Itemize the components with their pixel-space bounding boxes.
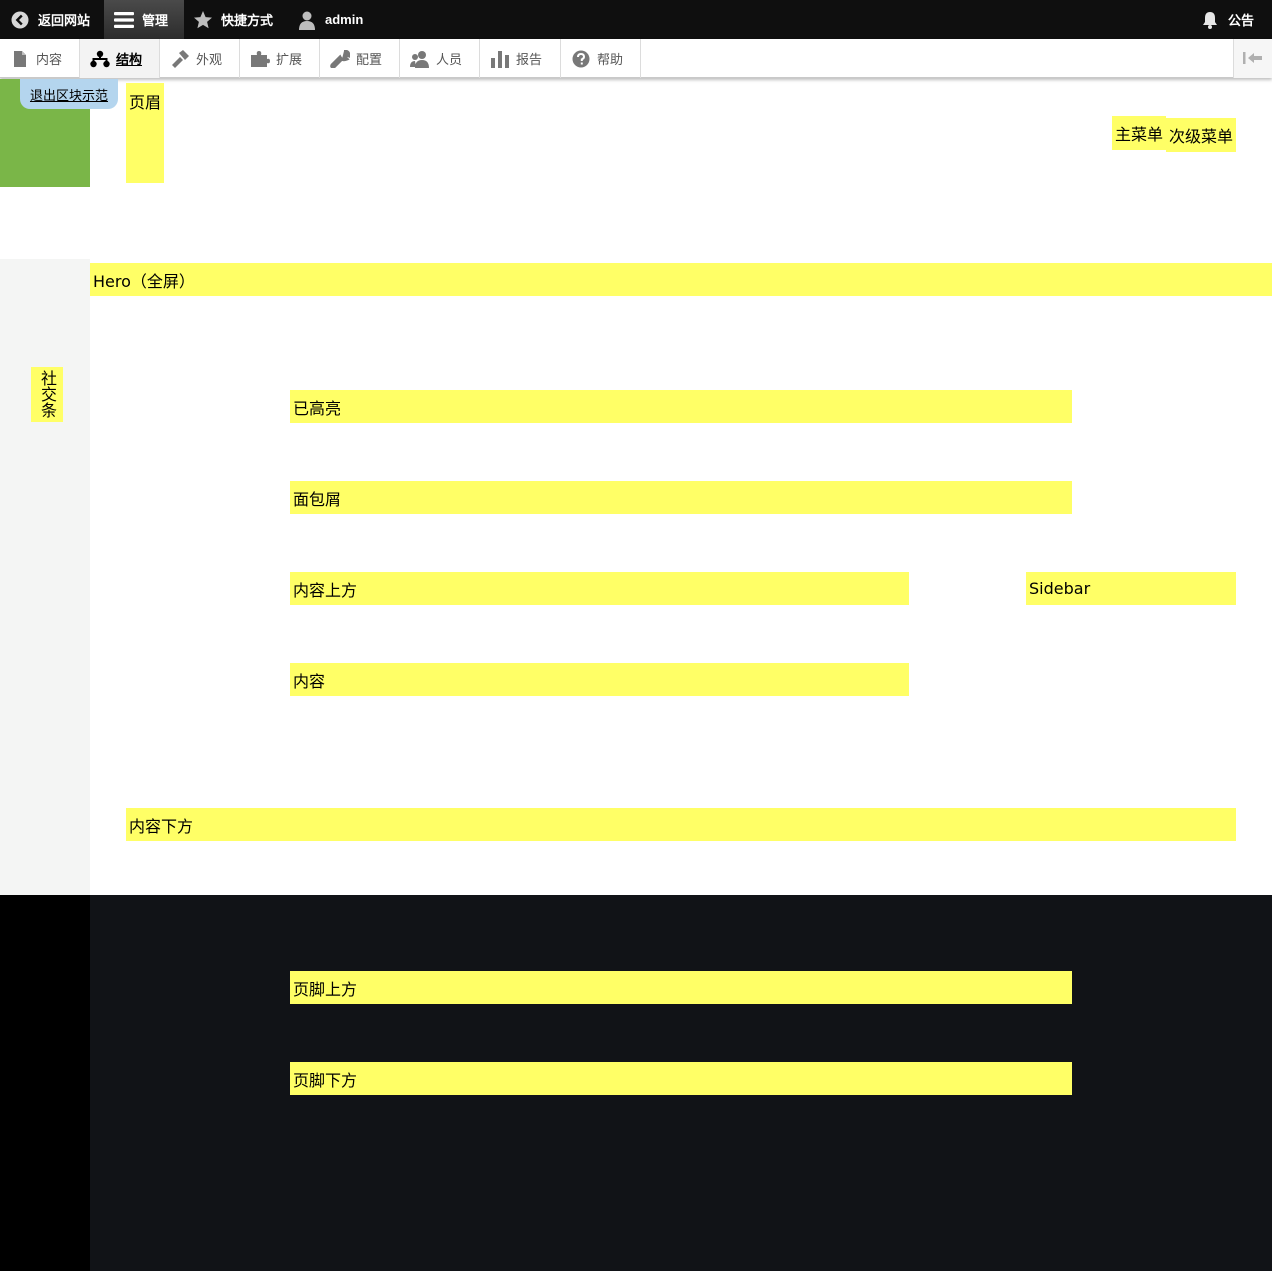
footer-left-column — [0, 895, 90, 1271]
tray-item-label: 人员 — [436, 52, 463, 67]
tray-item-appearance[interactable]: 外观 — [160, 39, 240, 78]
user-icon — [297, 10, 317, 30]
region-footer-top: 页脚上方 — [290, 971, 1072, 1004]
region-sidebar: Sidebar — [1026, 572, 1236, 605]
region-breadcrumb: 面包屑 — [290, 481, 1072, 514]
collapse-left-icon — [1243, 49, 1263, 68]
region-content-above: 内容上方 — [290, 572, 909, 605]
back-to-site-link[interactable]: 返回网站 — [10, 0, 90, 39]
tray-item-label: 扩展 — [276, 52, 303, 67]
user-label: admin — [325, 12, 364, 27]
admin-toolbar: 返回网站 管理 快捷方式 admin 公告 — [0, 0, 1272, 39]
region-secondary-menu: 次级菜单 — [1166, 118, 1236, 152]
help-icon — [571, 49, 591, 69]
tray-item-content[interactable]: 内容 — [0, 39, 80, 78]
structure-icon — [90, 49, 110, 69]
manage-label: 管理 — [142, 13, 169, 28]
tray-item-config[interactable]: 配置 — [320, 39, 400, 78]
manage-tab[interactable]: 管理 — [104, 0, 184, 39]
puzzle-icon — [250, 49, 270, 69]
region-header: 页眉 — [126, 83, 164, 183]
tray-item-label: 内容 — [36, 52, 63, 67]
region-social-bar: 社交条 — [31, 367, 63, 422]
region-hero: Hero（全屏） — [90, 263, 1272, 296]
tray-item-label: 帮助 — [597, 52, 624, 67]
user-tab[interactable]: admin — [297, 0, 363, 39]
bar-chart-icon — [490, 49, 510, 69]
tray-item-label: 配置 — [356, 52, 383, 67]
brush-icon — [170, 49, 190, 69]
tray-item-extend[interactable]: 扩展 — [240, 39, 320, 78]
admin-tray: 内容 结构 外观 扩展 配置 人员 报告 帮助 — [0, 39, 1272, 78]
shortcuts-label: 快捷方式 — [221, 13, 274, 28]
tray-item-reports[interactable]: 报告 — [480, 39, 561, 78]
tray-item-help[interactable]: 帮助 — [561, 39, 641, 78]
announcements-tab[interactable]: 公告 — [1200, 0, 1254, 39]
announcements-label: 公告 — [1228, 13, 1255, 28]
star-icon — [193, 10, 213, 30]
file-icon — [10, 49, 30, 69]
exit-block-demo-link[interactable]: 退出区块示范 — [20, 79, 118, 109]
region-highlighted: 已高亮 — [290, 390, 1072, 423]
bell-icon — [1200, 10, 1220, 30]
region-primary-menu: 主菜单 — [1112, 116, 1166, 150]
wrench-icon — [330, 49, 350, 69]
back-to-site-label: 返回网站 — [38, 13, 91, 28]
tray-orientation-toggle[interactable] — [1233, 39, 1272, 78]
tray-item-people[interactable]: 人员 — [400, 39, 480, 78]
social-bar-column — [0, 259, 90, 895]
people-icon — [410, 49, 430, 69]
region-content: 内容 — [290, 663, 909, 696]
region-content-below: 内容下方 — [126, 808, 1236, 841]
menu-icon — [114, 10, 134, 30]
tray-item-structure[interactable]: 结构 — [80, 39, 160, 78]
tray-item-label: 报告 — [516, 52, 543, 67]
region-footer-bottom: 页脚下方 — [290, 1062, 1072, 1095]
shortcuts-tab[interactable]: 快捷方式 — [193, 0, 273, 39]
tray-item-label: 结构 — [116, 52, 143, 67]
tray-item-label: 外观 — [196, 52, 223, 67]
back-arrow-icon — [10, 10, 30, 30]
